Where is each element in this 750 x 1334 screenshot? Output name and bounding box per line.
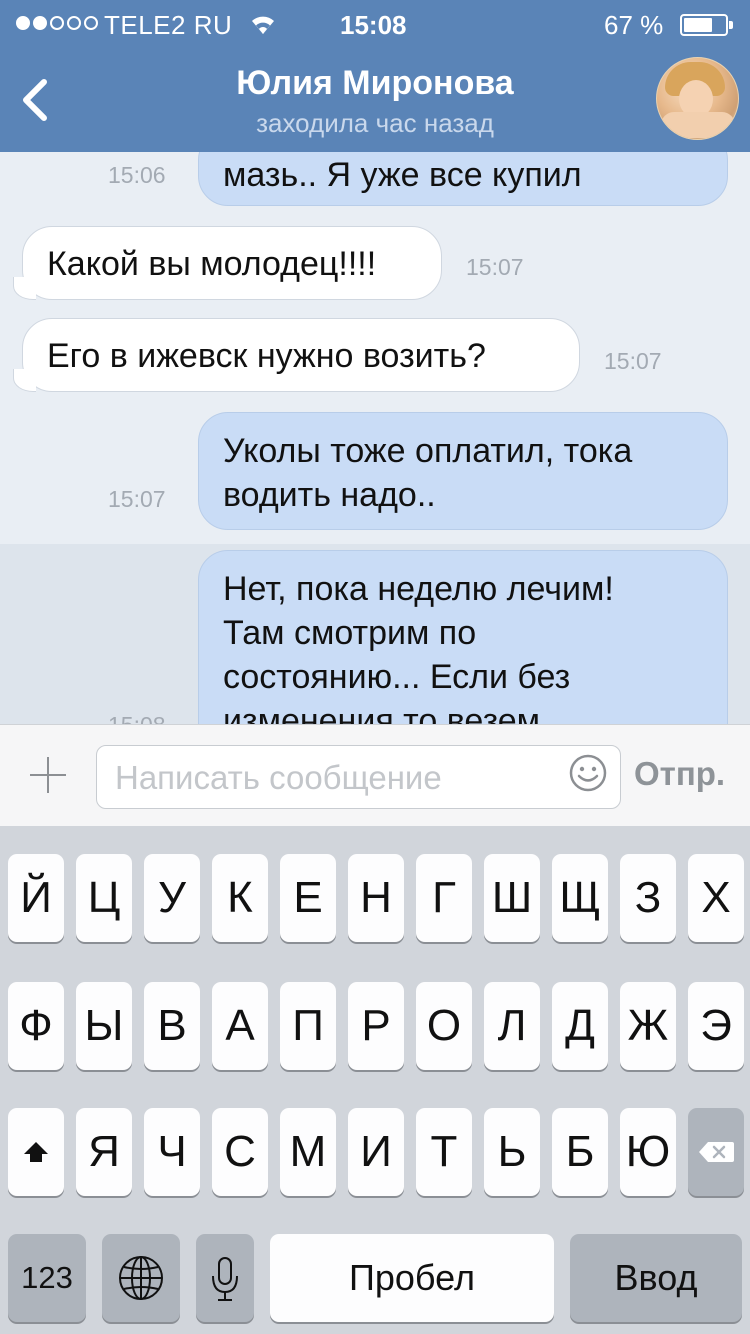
keyboard: Й Ц У К Е Н Г Ш Щ З Х Ф Ы В А П Р О Л Д … <box>0 826 750 1334</box>
microphone-icon <box>212 1257 238 1301</box>
message-time: 15:07 <box>604 348 662 374</box>
send-button[interactable]: Отпр. <box>634 755 725 793</box>
incoming-message[interactable]: Его в ижевск нужно возить? <box>13 318 580 392</box>
key[interactable]: И <box>348 1108 404 1196</box>
key[interactable]: П <box>280 982 336 1070</box>
status-bar: TELE2 RU 15:08 67 % <box>0 0 750 48</box>
key[interactable]: У <box>144 854 200 942</box>
signal-strength-icon <box>16 16 98 30</box>
return-key[interactable]: Ввод <box>570 1234 742 1322</box>
key[interactable]: Н <box>348 854 404 942</box>
incoming-message[interactable]: Какой вы молодец!!!! <box>13 226 442 300</box>
message-text-line: изменения то везем <box>223 702 541 724</box>
key[interactable]: М <box>280 1108 336 1196</box>
message-composer: Отпр. <box>0 724 750 826</box>
key[interactable]: Ж <box>620 982 676 1070</box>
key[interactable]: Е <box>280 854 336 942</box>
message-time: 15:06 <box>108 162 166 188</box>
key[interactable]: З <box>620 854 676 942</box>
key[interactable]: А <box>212 982 268 1070</box>
last-seen-status: заходила час назад <box>256 108 494 138</box>
backspace-key[interactable] <box>688 1108 744 1196</box>
globe-icon <box>119 1256 163 1300</box>
key[interactable]: Р <box>348 982 404 1070</box>
space-key[interactable]: Пробел <box>270 1234 554 1322</box>
message-text-line: водить надо.. <box>223 476 436 514</box>
message-time: 15:08 <box>108 712 166 724</box>
globe-key[interactable] <box>102 1234 180 1322</box>
key[interactable]: Э <box>688 982 744 1070</box>
key[interactable]: Й <box>8 854 64 942</box>
key[interactable]: Х <box>688 854 744 942</box>
outgoing-message[interactable]: Нет, пока неделю лечим! Там смотрим по с… <box>198 550 728 724</box>
outgoing-message[interactable]: мазь.. Я уже все купил <box>198 152 728 206</box>
key[interactable]: В <box>144 982 200 1070</box>
message-text: Его в ижевск нужно возить? <box>47 337 486 375</box>
numbers-key[interactable]: 123 <box>8 1234 86 1322</box>
backspace-icon <box>699 1142 734 1162</box>
key[interactable]: Ф <box>8 982 64 1070</box>
message-time: 15:07 <box>108 486 166 512</box>
key[interactable]: Я <box>76 1108 132 1196</box>
carrier-name: TELE2 RU <box>104 10 233 40</box>
key[interactable]: Д <box>552 982 608 1070</box>
contact-name[interactable]: Юлия Миронова <box>0 64 750 103</box>
wifi-icon <box>252 16 274 34</box>
key[interactable]: Ь <box>484 1108 540 1196</box>
conversation-header: TELE2 RU 15:08 67 % Юлия Миронова заходи… <box>0 0 750 152</box>
key[interactable]: Ю <box>620 1108 676 1196</box>
status-time: 15:08 <box>340 10 407 40</box>
key[interactable]: Б <box>552 1108 608 1196</box>
plus-icon[interactable] <box>28 755 68 795</box>
message-list[interactable]: 15:06 мазь.. Я уже все купил Какой вы мо… <box>0 152 750 724</box>
shift-key[interactable] <box>8 1108 64 1196</box>
shift-icon <box>24 1142 48 1162</box>
outgoing-message[interactable]: Уколы тоже оплатил, тока водить надо.. <box>198 412 728 530</box>
message-text-line: Там смотрим по <box>223 614 477 652</box>
message-text-line: Нет, пока неделю лечим! <box>223 570 614 608</box>
message-text-line: состоянию... Если без <box>223 658 571 696</box>
key[interactable]: О <box>416 982 472 1070</box>
key[interactable]: Ы <box>76 982 132 1070</box>
smiley-icon[interactable] <box>568 753 608 793</box>
key[interactable]: С <box>212 1108 268 1196</box>
key[interactable]: К <box>212 854 268 942</box>
microphone-key[interactable] <box>196 1234 254 1322</box>
key[interactable]: Г <box>416 854 472 942</box>
key[interactable]: Щ <box>552 854 608 942</box>
key[interactable]: Ч <box>144 1108 200 1196</box>
message-input[interactable] <box>115 756 555 800</box>
key[interactable]: Т <box>416 1108 472 1196</box>
battery-icon <box>680 14 733 36</box>
message-text: Какой вы молодец!!!! <box>47 245 377 283</box>
key[interactable]: Л <box>484 982 540 1070</box>
message-text: мазь.. Я уже все купил <box>223 156 582 194</box>
battery-percent: 67 % <box>604 10 664 40</box>
message-time: 15:07 <box>466 254 524 280</box>
contact-avatar[interactable] <box>656 57 739 140</box>
key[interactable]: Ц <box>76 854 132 942</box>
key[interactable]: Ш <box>484 854 540 942</box>
message-field[interactable] <box>96 745 621 809</box>
message-text-line: Уколы тоже оплатил, тока <box>223 432 633 470</box>
